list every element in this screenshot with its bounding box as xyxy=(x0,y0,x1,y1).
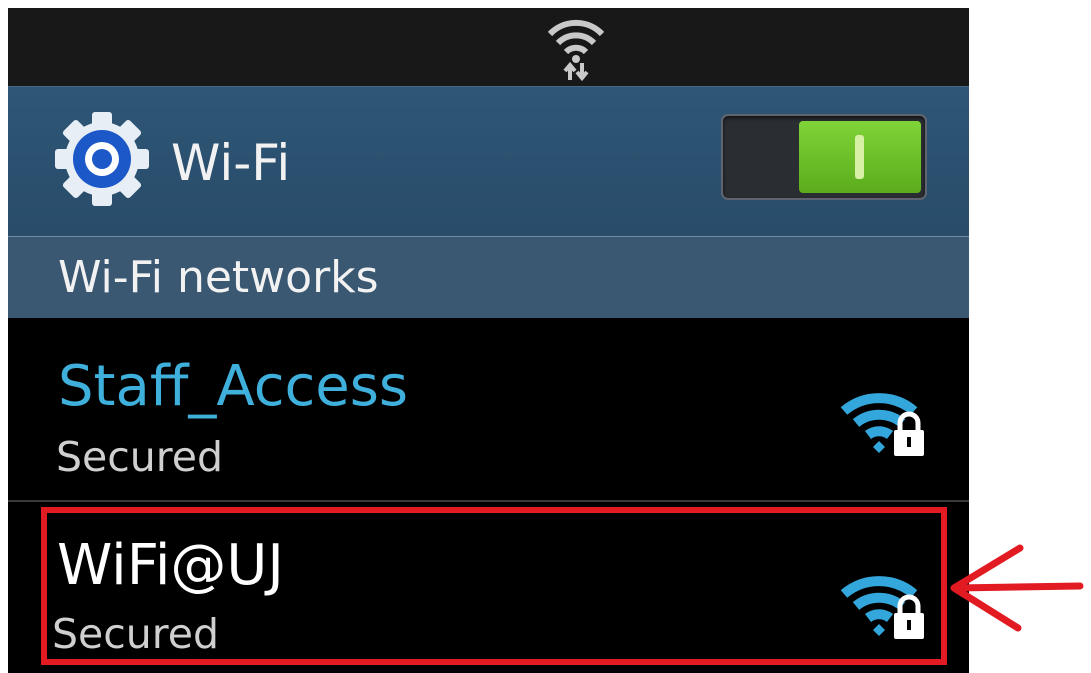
wifi-toggle[interactable] xyxy=(721,114,927,200)
red-arrow-icon xyxy=(950,544,1084,632)
section-title: Wi-Fi networks xyxy=(58,252,379,303)
wifi-data-icon xyxy=(547,19,605,82)
section-header: Wi-Fi networks xyxy=(8,236,969,319)
wifi-settings-header: Wi-Fi xyxy=(8,86,969,237)
network-row-staff-access[interactable]: Staff_Access Secured xyxy=(8,318,969,500)
toggle-knob[interactable] xyxy=(799,121,921,193)
wifi-lock-icon xyxy=(840,393,924,456)
network-status: Secured xyxy=(56,433,223,481)
highlight-annotation xyxy=(41,507,947,665)
status-bar xyxy=(8,8,969,86)
toggle-grip xyxy=(855,135,864,179)
page-title: Wi-Fi xyxy=(171,134,291,192)
gear-icon xyxy=(55,112,149,206)
network-name: Staff_Access xyxy=(58,354,409,419)
